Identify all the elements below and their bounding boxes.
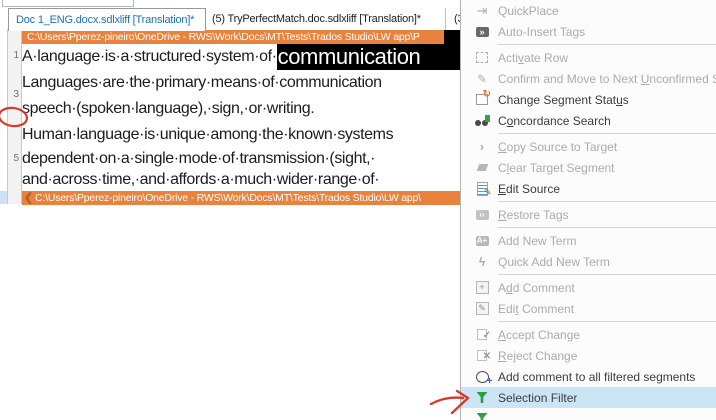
- segment-text: A·language·is·a·structured·system·of·: [22, 48, 277, 65]
- reject-change-icon: ✕: [469, 345, 495, 366]
- auto-insert-tags-icon: »: [469, 21, 495, 42]
- menu-item-quick-add-new-term: ϟ Quick Add New Term: [461, 251, 716, 272]
- segment-line[interactable]: Human·language·is·unique·among·the·known…: [22, 122, 460, 147]
- menu-item-concordance-search[interactable]: Concordance Search: [461, 110, 716, 131]
- menu-item-label: Auto-Insert Tags: [498, 24, 586, 39]
- menu-item-copy-source-to-target: › Copy Source to Target: [461, 136, 716, 157]
- menu-item-label: Restore Tags: [498, 207, 569, 222]
- tag-close-chevron-icon: ❮: [24, 192, 34, 204]
- tab-label: (5) TryPerfectMatch.doc.sdlxliff [Transl…: [212, 13, 421, 25]
- add-new-term-icon: A+: [475, 235, 489, 246]
- menu-item-add-comment-to-all-filtered-segments[interactable]: + Add comment to all filtered segments: [461, 366, 716, 387]
- menu-item-label: Concordance Search: [498, 113, 611, 128]
- segment-line[interactable]: and·across·time,·and·affords·a·much·wide…: [22, 170, 460, 190]
- restore-tags-icon: ‹›: [469, 204, 495, 225]
- segment-line[interactable]: Languages·are·the·primary·means·of·commu…: [22, 70, 460, 96]
- file-path-top-text: C:\Users\Pperez-pineiro\OneDrive - RWS\W…: [27, 31, 420, 43]
- menu-item-quickplace: ⇥ QuickPlace: [461, 0, 716, 21]
- segment-number[interactable]: 5: [7, 153, 19, 164]
- tab-2[interactable]: (5) TryPerfectMatch.doc.sdlxliff [Transl…: [205, 8, 446, 30]
- menu-item-label: Selection Filter: [498, 390, 578, 405]
- menu-item-add-comment: + Add Comment: [461, 277, 716, 298]
- segment-number[interactable]: 1: [7, 50, 19, 61]
- change-segment-status-icon: ↻: [469, 89, 495, 110]
- menu-item-accept-change: ✓ Accept Change: [461, 324, 716, 345]
- menu-item-add-new-term: A+ Add New Term: [461, 230, 716, 251]
- menu-item-label: Change Segment Status: [498, 92, 629, 107]
- menu-item-restore-tags: ‹› Restore Tags: [461, 204, 716, 225]
- menu-item-activate-row: Activate Row: [461, 47, 716, 68]
- quick-add-new-term-icon: ϟ: [478, 254, 486, 269]
- menu-item-label: Reject Change: [498, 348, 578, 363]
- segment-text: speech·(spoken·language),·sign,·or·writi…: [22, 100, 315, 117]
- concordance-search-icon: [469, 110, 495, 131]
- segment-number[interactable]: 3: [7, 89, 19, 100]
- segment-line[interactable]: A·language·is·a·structured·system·of· com…: [22, 44, 460, 70]
- add-comment-all-icon: +: [469, 366, 495, 387]
- trados-editor-window: Doc 1_ENG.docx.sdlxliff [Translation]* (5…: [0, 0, 716, 420]
- segment-line[interactable]: dependent·on·a·single·mode·of·transmissi…: [22, 147, 460, 171]
- menu-item-selection-filter[interactable]: Selection Filter: [461, 387, 716, 408]
- menu-item-auto-insert-tags: » Auto-Insert Tags: [461, 21, 716, 42]
- menu-item-label: Copy Source to Target: [498, 139, 618, 154]
- segment-text: and·across·time,·and·affords·a·much·wide…: [22, 171, 380, 188]
- tab-1[interactable]: Doc 1_ENG.docx.sdlxliff [Translation]*: [8, 8, 206, 31]
- file-path-bottom-text: C:\Users\Pperez-pineiro\OneDrive - RWS\W…: [35, 192, 421, 204]
- activate-row-icon: [469, 47, 495, 68]
- edit-comment-icon: ✎: [469, 298, 495, 319]
- menu-item-label: Add Comment: [498, 280, 575, 295]
- confirm-move-icon: ✎: [476, 71, 488, 86]
- menu-item-label: Add New Term: [498, 233, 577, 248]
- menu-item-reject-change: ✕ Reject Change: [461, 345, 716, 366]
- annotation-red-arrow: [429, 396, 465, 406]
- menu-item-clear-target-segment: Clear Target Segment: [461, 157, 716, 178]
- segment-text: Languages·are·the·primary·means·of·commu…: [22, 74, 382, 91]
- segment-text: Human·language·is·unique·among·the·known…: [22, 126, 394, 143]
- file-path-tag-bar-top[interactable]: C:\Users\Pperez-pineiro\OneDrive - RWS\W…: [22, 30, 449, 44]
- menu-item-label: Accept Change: [498, 327, 581, 342]
- context-menu: ⇥ QuickPlace» Auto-Insert Tags Activate Row…: [460, 0, 716, 420]
- clear-target-icon: [469, 157, 495, 178]
- copy-source-icon: ›: [479, 138, 485, 154]
- menu-item-label: Edit Source: [498, 181, 561, 196]
- menu-item-label: Add comment to all filtered segments: [498, 369, 696, 384]
- add-comment-icon: +: [469, 277, 495, 298]
- menu-item-edit-source[interactable]: ✎ Edit Source: [461, 178, 716, 199]
- selection-filter-icon: [469, 408, 495, 420]
- menu-item-label: Quick Add New Term: [498, 254, 610, 269]
- menu-item-confirm-and-move-to-next-unconfirmed-segment: ✎ Confirm and Move to Next Unconfirmed Se…: [461, 68, 716, 89]
- accept-change-icon: ✓: [469, 324, 495, 345]
- file-path-tag-bar-bottom[interactable]: ❮ C:\Users\Pperez-pineiro\OneDrive - RWS\…: [22, 191, 460, 205]
- segment-text: dependent·on·a·single·mode·of·transmissi…: [22, 150, 376, 167]
- menu-item-change-segment-status[interactable]: ↻ Change Segment Status: [461, 89, 716, 110]
- selected-text[interactable]: communication: [276, 44, 460, 70]
- menu-item-partial[interactable]: [461, 408, 716, 420]
- menu-item-label: Clear Target Segment: [498, 160, 615, 175]
- edit-source-icon: ✎: [469, 178, 495, 199]
- tab-label: Doc 1_ENG.docx.sdlxliff [Translation]*: [16, 14, 195, 26]
- menu-item-label: Confirm and Move to Next Unconfirmed Seg…: [498, 71, 716, 86]
- menu-item-label: Activate Row: [498, 50, 569, 65]
- menu-item-edit-comment: ✎ Edit Comment: [461, 298, 716, 319]
- quickplace-icon: ⇥: [476, 2, 488, 18]
- segment-line[interactable]: speech·(spoken·language),·sign,·or·writi…: [22, 96, 460, 122]
- menu-item-label: Edit Comment: [498, 301, 575, 316]
- cropped-panel-edge: [2, 0, 134, 7]
- selection-overflow-block: [444, 30, 460, 44]
- selection-filter-icon: [469, 387, 495, 408]
- menu-item-label: QuickPlace: [498, 3, 559, 18]
- structure-cell: [0, 191, 7, 204]
